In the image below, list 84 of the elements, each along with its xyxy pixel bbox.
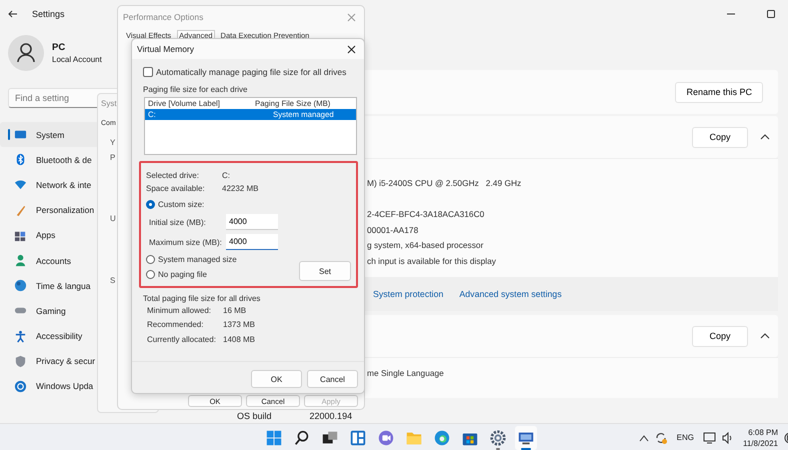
- field-value: C:: [222, 171, 230, 180]
- set-button[interactable]: Set: [299, 261, 351, 281]
- spec-value: 2-4CEF-BFC4-3A18ACA316C0: [367, 208, 484, 221]
- spec-value: 00001-AA178: [367, 224, 418, 236]
- field-label: Minimum allowed:: [147, 306, 212, 315]
- spec-value: me Single Language: [367, 367, 444, 380]
- field-value: 1373 MB: [223, 320, 256, 330]
- spec-label: OS build: [237, 411, 272, 421]
- group-label: U: [110, 214, 116, 223]
- field-label: Maximum size (MB):: [148, 238, 223, 246]
- windows-logo-icon: [265, 428, 283, 446]
- radio-label: Custom size:: [158, 200, 204, 209]
- person-icon: [14, 254, 27, 268]
- chat-icon: [377, 428, 395, 446]
- nav-item[interactable]: Accounts: [0, 248, 130, 274]
- radio-label: System managed size: [158, 255, 237, 264]
- radio-button[interactable]: [146, 270, 155, 279]
- field-value: 16 MB: [223, 306, 246, 315]
- checkbox[interactable]: [143, 67, 153, 77]
- field-label: Currently allocated:: [147, 334, 217, 344]
- radio-button[interactable]: [146, 255, 155, 264]
- spec-value: ch input is available for this display: [367, 254, 496, 268]
- window-title: Performance Options: [123, 12, 204, 22]
- window-title: Syst: [101, 99, 117, 108]
- maximize-icon[interactable]: [766, 9, 776, 19]
- widgets-icon: [349, 428, 367, 446]
- network-icon[interactable]: [703, 432, 717, 444]
- wifi-icon: [14, 178, 27, 192]
- field-value: 42232 MB: [222, 184, 258, 193]
- close-icon[interactable]: [347, 44, 356, 54]
- dialog-button[interactable]: OK: [251, 370, 302, 388]
- group-label: Total paging file size for all drives: [143, 294, 262, 303]
- copy-button[interactable]: Copy: [692, 126, 748, 148]
- dialog-button[interactable]: Cancel: [307, 370, 358, 388]
- rename-button[interactable]: Rename this PC: [675, 82, 763, 102]
- spec-value: g system, x64-based processor: [367, 239, 484, 252]
- browser-icon: [433, 428, 451, 446]
- brush-icon: [14, 204, 27, 217]
- spec-value: M) i5-2400S CPU @ 2.50GHz 2.49 GHz: [367, 177, 522, 190]
- nav-item[interactable]: Windows Upda: [0, 374, 130, 400]
- chevron-up-icon[interactable]: [760, 332, 770, 340]
- update-icon: [14, 380, 27, 393]
- radio-label: No paging file: [158, 270, 207, 279]
- field-label: Selected drive:: [146, 171, 200, 180]
- account-type: Local Account: [52, 55, 102, 64]
- group-label: S: [110, 276, 116, 285]
- field-label: Recommended:: [147, 320, 204, 330]
- input-field[interactable]: 4000: [226, 214, 278, 230]
- field-label: Initial size (MB):: [148, 218, 207, 226]
- group-label: P: [110, 153, 116, 162]
- chevron-up-icon[interactable]: [638, 434, 649, 442]
- bluetooth-icon: [14, 153, 27, 166]
- accessibility-icon: [14, 330, 27, 343]
- copy-button[interactable]: Copy: [692, 326, 748, 346]
- profile-name: PC: [52, 42, 66, 53]
- nav-item[interactable]: Accessibility: [0, 324, 130, 349]
- checkbox-label: Automatically manage paging file size for all drives: [156, 67, 346, 77]
- search-icon: [293, 428, 311, 446]
- spec-value: 22000.194: [310, 411, 352, 421]
- field-value: 1408 MB: [223, 334, 256, 344]
- link[interactable]: Advanced system settings: [459, 289, 562, 299]
- radio-button[interactable]: [146, 200, 155, 209]
- gear-icon: [489, 428, 507, 446]
- link[interactable]: System protection: [373, 289, 444, 299]
- window-title: Settings: [32, 9, 65, 19]
- input-field[interactable]: 4000: [226, 234, 278, 250]
- avatar-icon: [8, 35, 44, 71]
- field-label: Space available:: [146, 184, 206, 193]
- shield-icon: [14, 354, 27, 368]
- sync-icon[interactable]: [654, 430, 668, 444]
- speaker-icon[interactable]: [722, 432, 734, 444]
- chevron-up-icon[interactable]: [760, 133, 770, 141]
- group-label: Paging file size for each drive: [143, 85, 248, 94]
- nav-item[interactable]: Gaming: [0, 298, 130, 324]
- window-title: Virtual Memory: [137, 44, 194, 54]
- language-indicator[interactable]: ENG: [676, 433, 694, 442]
- clock[interactable]: 6:08 PM 11/8/2021: [743, 426, 778, 448]
- back-arrow-icon[interactable]: [8, 10, 18, 18]
- globe-icon: [14, 279, 27, 292]
- nav-item[interactable]: Apps: [0, 222, 130, 248]
- nav-item[interactable]: Network & inte: [0, 172, 130, 198]
- nav-item[interactable]: Privacy & secur: [0, 348, 130, 374]
- group-label: Y: [110, 138, 116, 147]
- task-view-icon: [321, 428, 339, 446]
